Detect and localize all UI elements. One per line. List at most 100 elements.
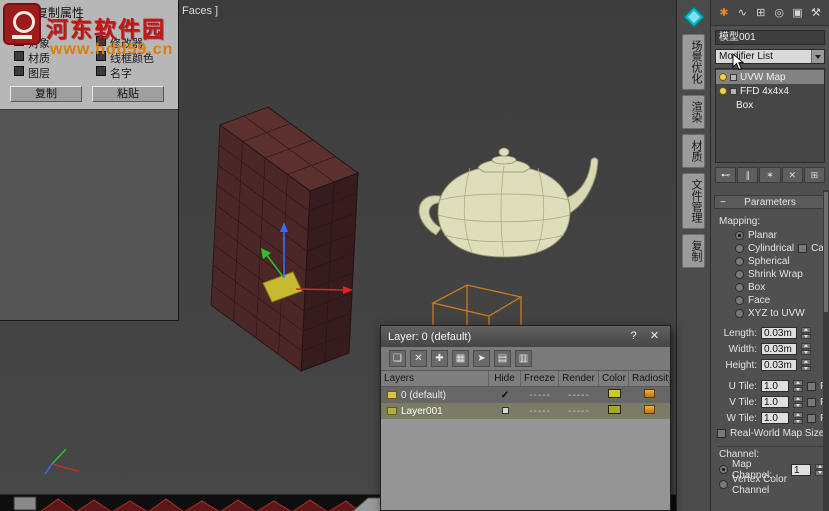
panel-scrollbar[interactable]	[823, 190, 829, 511]
display-tab-icon[interactable]: ▣	[790, 6, 806, 19]
u-tile-field[interactable]: 1.0	[761, 380, 789, 392]
checkbox-wirecolor[interactable]	[96, 51, 106, 61]
length-spinner[interactable]	[801, 327, 811, 339]
mapping-option-planar[interactable]: Planar	[711, 229, 829, 242]
radio-box[interactable]	[735, 283, 744, 292]
current-layer-check[interactable]: ✓	[501, 390, 509, 401]
w-tile-spinner[interactable]	[793, 412, 803, 424]
remove-modifier-icon[interactable]: ✕	[782, 167, 803, 183]
radiosity-icon[interactable]	[644, 389, 655, 398]
paste-button[interactable]: 粘贴	[92, 86, 164, 102]
w-flip-checkbox[interactable]	[807, 414, 816, 423]
checkbox-name-label: 名字	[110, 65, 132, 81]
checkbox-modifiers[interactable]	[96, 36, 106, 46]
real-world-checkbox[interactable]	[717, 429, 726, 438]
layer-color-swatch[interactable]	[608, 405, 621, 414]
v-tile-spinner[interactable]	[793, 396, 803, 408]
pin-stack-icon[interactable]: ⊷	[715, 167, 736, 183]
set-current-layer-icon[interactable]: ➤	[473, 350, 490, 367]
radio-shrink-wrap[interactable]	[735, 270, 744, 279]
height-spinner[interactable]	[801, 359, 811, 371]
radio-spherical[interactable]	[735, 257, 744, 266]
dropdown-arrow-icon[interactable]	[811, 50, 824, 63]
radio-xyz-to-uvw[interactable]	[735, 309, 744, 318]
rollout-collapse-icon[interactable]: −	[720, 197, 726, 208]
hierarchy-tab-icon[interactable]: ⊞	[753, 6, 769, 19]
help-button[interactable]: ?	[625, 329, 642, 344]
cap-checkbox[interactable]	[798, 244, 807, 253]
vertex-color-row: Vertex Color Channel	[711, 477, 829, 492]
radio-cylindrical[interactable]	[735, 244, 744, 253]
delete-layer-icon[interactable]: ✕	[410, 350, 427, 367]
utilities-tab-icon[interactable]: ⚒	[808, 6, 824, 19]
length-field[interactable]: 0.03m	[761, 327, 797, 339]
set-current-box[interactable]	[502, 407, 509, 414]
map-channel-radio[interactable]	[719, 465, 728, 474]
create-tab-icon[interactable]: ✱	[716, 6, 732, 19]
checkbox-name[interactable]	[96, 66, 106, 76]
side-tab-copy[interactable]: 复制	[682, 234, 705, 268]
mapping-option-shrink-wrap[interactable]: Shrink Wrap	[711, 268, 829, 281]
side-tab-file-manage[interactable]: 文件管理	[682, 173, 705, 229]
select-in-layer-icon[interactable]: ▦	[452, 350, 469, 367]
motion-tab-icon[interactable]: ◎	[771, 6, 787, 19]
hide-all-icon[interactable]: ▤	[494, 350, 511, 367]
layer-row-layer001[interactable]: Layer001 ----- -----	[381, 403, 670, 419]
width-spinner[interactable]	[801, 343, 811, 355]
scrollbar-thumb[interactable]	[824, 192, 828, 312]
modifier-on-off-bulb-icon[interactable]	[719, 73, 727, 81]
show-end-result-icon[interactable]: ∥	[737, 167, 758, 183]
checkbox-material[interactable]	[14, 51, 24, 61]
radio-planar[interactable]	[735, 231, 744, 240]
side-tab-scene-optimize[interactable]: 场景优化	[682, 34, 705, 90]
radiosity-icon[interactable]	[644, 405, 655, 414]
checkbox-object[interactable]	[14, 36, 24, 46]
v-tile-field[interactable]: 1.0	[761, 396, 789, 408]
vertex-color-radio[interactable]	[719, 480, 728, 489]
viewport-shading-label[interactable]: Faces ]	[182, 5, 218, 17]
length-row: Length: 0.03m	[711, 325, 829, 341]
v-flip-checkbox[interactable]	[807, 398, 816, 407]
mapping-option-cylindrical[interactable]: Cylindrical Cap	[711, 242, 829, 255]
w-tile-field[interactable]: 1.0	[761, 412, 789, 424]
stack-item-uvw-map[interactable]: UVW Map	[716, 70, 824, 84]
u-tile-spinner[interactable]	[793, 380, 803, 392]
mapping-option-box[interactable]: Box	[711, 281, 829, 294]
mapping-option-face[interactable]: Face	[711, 294, 829, 307]
freeze-all-icon[interactable]: ▥	[515, 350, 532, 367]
new-layer-icon[interactable]: ❏	[389, 350, 406, 367]
close-button[interactable]: ✕	[646, 329, 663, 344]
mapping-option-spherical[interactable]: Spherical	[711, 255, 829, 268]
configure-modifier-sets-icon[interactable]: ⊞	[804, 167, 825, 183]
layer-row-default[interactable]: 0 (default) ✓ ----- -----	[381, 387, 670, 403]
checkbox-modifiers-label: 修改器	[110, 35, 143, 51]
parameters-rollout-header[interactable]: − Parameters	[714, 195, 826, 209]
layer-icon	[387, 391, 397, 399]
modify-tab-icon[interactable]: ∿	[734, 6, 750, 19]
mapping-option-xyz-to-uvw[interactable]: XYZ to UVW	[711, 307, 829, 320]
object-name-field[interactable]: 模型001	[715, 30, 825, 45]
height-row: Height: 0.03m	[711, 357, 829, 373]
section-divider	[717, 446, 823, 447]
u-flip-checkbox[interactable]	[807, 382, 816, 391]
mapping-section-label: Mapping:	[719, 216, 829, 227]
modifier-list-dropdown[interactable]: Modifier List	[715, 49, 825, 64]
stack-item-box[interactable]: Box	[716, 98, 824, 112]
add-to-layer-icon[interactable]: ✚	[431, 350, 448, 367]
layer-toolbar: ❏ ✕ ✚ ▦ ➤ ▤ ▥	[381, 347, 670, 371]
radio-face[interactable]	[735, 296, 744, 305]
modifier-on-off-bulb-icon[interactable]	[719, 87, 727, 95]
height-field[interactable]: 0.03m	[761, 359, 797, 371]
side-tab-render[interactable]: 渲染	[682, 95, 705, 129]
layer-color-swatch[interactable]	[608, 389, 621, 398]
make-unique-icon[interactable]: ✶	[759, 167, 780, 183]
width-field[interactable]: 0.03m	[761, 343, 797, 355]
checkbox-layer[interactable]	[14, 66, 24, 76]
layer-dialog-titlebar[interactable]: Layer: 0 (default) ? ✕	[381, 326, 670, 347]
w-tile-row: W Tile: 1.0 Flip	[711, 410, 829, 426]
modifier-icon	[730, 88, 737, 95]
stack-item-ffd[interactable]: FFD 4x4x4	[716, 84, 824, 98]
side-tab-material[interactable]: 材质	[682, 134, 705, 168]
copy-button[interactable]: 复制	[10, 86, 82, 102]
real-world-row: Real-World Map Size	[711, 426, 829, 441]
